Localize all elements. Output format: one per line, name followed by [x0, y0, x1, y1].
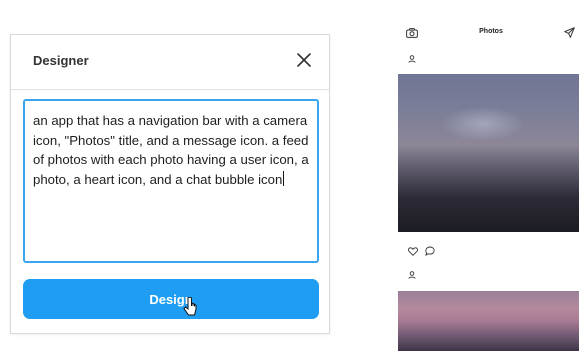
- feed-photo[interactable]: [398, 291, 579, 351]
- app-canvas: Designer an app that has a navigation ba…: [0, 0, 579, 351]
- navigation-bar: Photos: [398, 0, 579, 48]
- designer-header: Designer: [11, 35, 329, 90]
- prompt-text: an app that has a navigation bar with a …: [33, 113, 313, 187]
- nav-title: Photos: [479, 28, 503, 35]
- user-icon[interactable]: [408, 271, 416, 279]
- designer-title: Designer: [33, 53, 89, 68]
- prompt-textarea[interactable]: an app that has a navigation bar with a …: [23, 99, 319, 263]
- camera-icon[interactable]: [406, 28, 418, 38]
- feed-photo[interactable]: [398, 74, 579, 232]
- text-caret: [283, 170, 285, 186]
- heart-icon[interactable]: [408, 247, 418, 256]
- designer-panel: Designer an app that has a navigation ba…: [10, 34, 330, 334]
- message-icon[interactable]: [564, 27, 575, 38]
- design-button[interactable]: Design: [23, 279, 319, 319]
- chat-bubble-icon[interactable]: [425, 246, 435, 256]
- close-icon[interactable]: [293, 49, 315, 71]
- phone-preview: Photos: [398, 0, 579, 351]
- mouse-pointer-icon: [183, 297, 197, 316]
- user-icon[interactable]: [408, 55, 416, 63]
